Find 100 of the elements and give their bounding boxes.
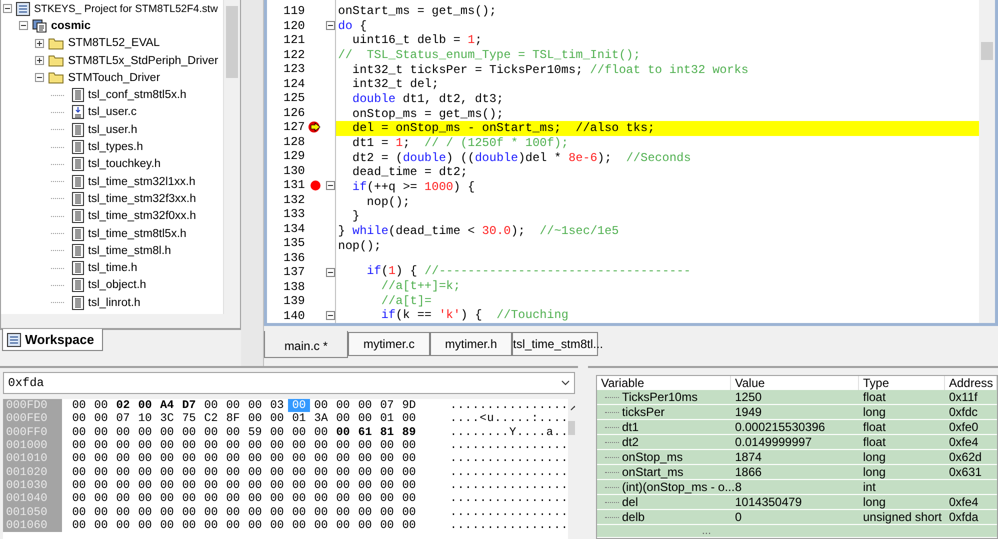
memory-byte[interactable]: 00 — [266, 466, 288, 479]
memory-byte[interactable]: D7 — [178, 399, 200, 412]
fold-toggle[interactable] — [326, 180, 334, 190]
memory-byte[interactable]: 00 — [68, 478, 90, 492]
memory-byte[interactable]: 00 — [354, 439, 376, 452]
memory-byte[interactable]: 61 — [354, 426, 376, 439]
tree-item[interactable]: STM8TL52_EVAL — [68, 37, 160, 50]
memory-byte[interactable]: 00 — [266, 506, 288, 519]
memory-byte[interactable]: 00 — [222, 399, 244, 412]
scrollbar-thumb[interactable] — [226, 6, 238, 78]
memory-byte[interactable]: 02 — [112, 399, 134, 412]
tree-item[interactable]: tsl_user.h — [88, 124, 138, 136]
workspace-tab[interactable]: Workspace — [2, 329, 104, 352]
memory-byte[interactable]: 00 — [288, 466, 310, 479]
memory-byte[interactable]: 00 — [310, 478, 332, 492]
memory-byte[interactable]: 00 — [134, 452, 156, 466]
fold-toggle[interactable] — [326, 311, 334, 320]
memory-byte[interactable]: 00 — [354, 518, 376, 532]
memory-byte[interactable]: 00 — [288, 518, 310, 532]
memory-byte[interactable]: 00 — [376, 506, 398, 519]
memory-byte[interactable]: 00 — [134, 518, 156, 532]
memory-byte[interactable]: 00 — [134, 426, 156, 439]
memory-byte[interactable]: 00 — [112, 439, 134, 452]
fold-toggle[interactable] — [326, 21, 334, 30]
memory-byte[interactable]: 00 — [288, 478, 310, 492]
memory-byte[interactable]: 00 — [134, 492, 156, 506]
memory-byte[interactable]: 00 — [68, 506, 90, 519]
memory-byte[interactable]: 00 — [266, 478, 288, 492]
memory-byte[interactable]: 00 — [112, 518, 134, 532]
memory-byte[interactable]: 00 — [376, 478, 398, 492]
expand-toggle[interactable] — [35, 56, 44, 66]
memory-byte[interactable]: 00 — [398, 412, 420, 426]
memory-byte[interactable]: 00 — [288, 452, 310, 466]
memory-byte[interactable]: 00 — [398, 439, 420, 452]
memory-byte[interactable]: 00 — [310, 426, 332, 439]
memory-byte[interactable]: 00 — [200, 492, 222, 506]
memory-byte[interactable]: 00 — [398, 452, 420, 466]
memory-byte[interactable]: 59 — [244, 426, 266, 439]
memory-byte[interactable]: 00 — [68, 452, 90, 466]
memory-byte[interactable]: 00 — [68, 518, 90, 532]
scrollbar-thumb[interactable] — [981, 42, 993, 60]
memory-byte[interactable]: 00 — [178, 439, 200, 452]
memory-byte[interactable]: 00 — [310, 492, 332, 506]
memory-byte[interactable]: 00 — [112, 426, 134, 439]
tree-item[interactable]: tsl_time_stm8tl5x.h — [88, 228, 186, 240]
file-tab[interactable]: mytimer.h — [430, 332, 512, 356]
memory-byte[interactable]: 00 — [68, 412, 90, 426]
memory-byte[interactable]: 00 — [354, 506, 376, 519]
memory-byte[interactable]: 00 — [332, 478, 354, 492]
memory-byte[interactable]: 00 — [354, 412, 376, 426]
memory-byte[interactable]: 00 — [222, 466, 244, 479]
memory-byte[interactable]: 00 — [90, 478, 112, 492]
memory-byte[interactable]: 00 — [266, 426, 288, 439]
tree-item[interactable]: tsl_time.h — [88, 262, 138, 274]
scrollbar[interactable] — [223, 0, 240, 328]
memory-byte[interactable]: 00 — [222, 506, 244, 519]
memory-byte[interactable]: 00 — [178, 506, 200, 519]
memory-byte[interactable]: 00 — [90, 518, 112, 532]
scrollbar[interactable] — [979, 0, 995, 323]
memory-byte[interactable]: 81 — [376, 426, 398, 439]
fold-toggle[interactable] — [326, 268, 334, 277]
memory-byte[interactable]: 00 — [90, 506, 112, 519]
memory-byte[interactable]: 00 — [398, 492, 420, 506]
memory-byte[interactable]: 00 — [244, 506, 266, 519]
memory-byte[interactable]: 01 — [288, 412, 310, 426]
address-field[interactable]: 0xfda — [3, 372, 575, 394]
memory-byte[interactable]: C2 — [200, 412, 222, 426]
memory-byte[interactable]: 00 — [134, 439, 156, 452]
memory-byte[interactable]: 00 — [398, 478, 420, 492]
memory-byte[interactable]: 00 — [178, 426, 200, 439]
memory-byte[interactable]: 00 — [244, 412, 266, 426]
memory-byte[interactable]: 00 — [68, 492, 90, 506]
memory-byte[interactable]: 00 — [332, 426, 354, 439]
memory-byte[interactable]: 00 — [244, 518, 266, 532]
memory-byte[interactable]: 00 — [310, 466, 332, 479]
memory-byte[interactable]: 00 — [332, 506, 354, 519]
memory-byte[interactable]: 8F — [222, 412, 244, 426]
memory-byte[interactable]: 00 — [112, 492, 134, 506]
memory-byte[interactable]: 75 — [178, 412, 200, 426]
memory-byte[interactable]: 00 — [310, 399, 332, 412]
memory-byte[interactable]: 00 — [222, 439, 244, 452]
memory-byte[interactable]: 00 — [68, 466, 90, 479]
memory-byte[interactable]: 00 — [112, 466, 134, 479]
memory-byte[interactable]: 00 — [68, 426, 90, 439]
memory-byte[interactable]: 00 — [354, 478, 376, 492]
memory-byte[interactable]: 00 — [68, 399, 90, 412]
memory-byte[interactable]: 00 — [332, 518, 354, 532]
memory-byte[interactable]: 00 — [200, 452, 222, 466]
memory-byte[interactable]: 00 — [288, 426, 310, 439]
memory-byte[interactable]: 00 — [112, 478, 134, 492]
memory-byte[interactable]: 00 — [112, 452, 134, 466]
memory-byte[interactable]: 00 — [90, 466, 112, 479]
memory-byte[interactable]: 00 — [244, 478, 266, 492]
memory-byte[interactable]: 00 — [156, 466, 178, 479]
memory-byte[interactable]: 00 — [266, 439, 288, 452]
memory-byte[interactable]: 00 — [68, 439, 90, 452]
tree-item[interactable]: tsl_linrot.h — [88, 296, 140, 309]
file-tab[interactable]: mytimer.c — [348, 332, 430, 356]
memory-byte[interactable]: A4 — [156, 399, 178, 412]
memory-byte[interactable]: 00 — [310, 439, 332, 452]
